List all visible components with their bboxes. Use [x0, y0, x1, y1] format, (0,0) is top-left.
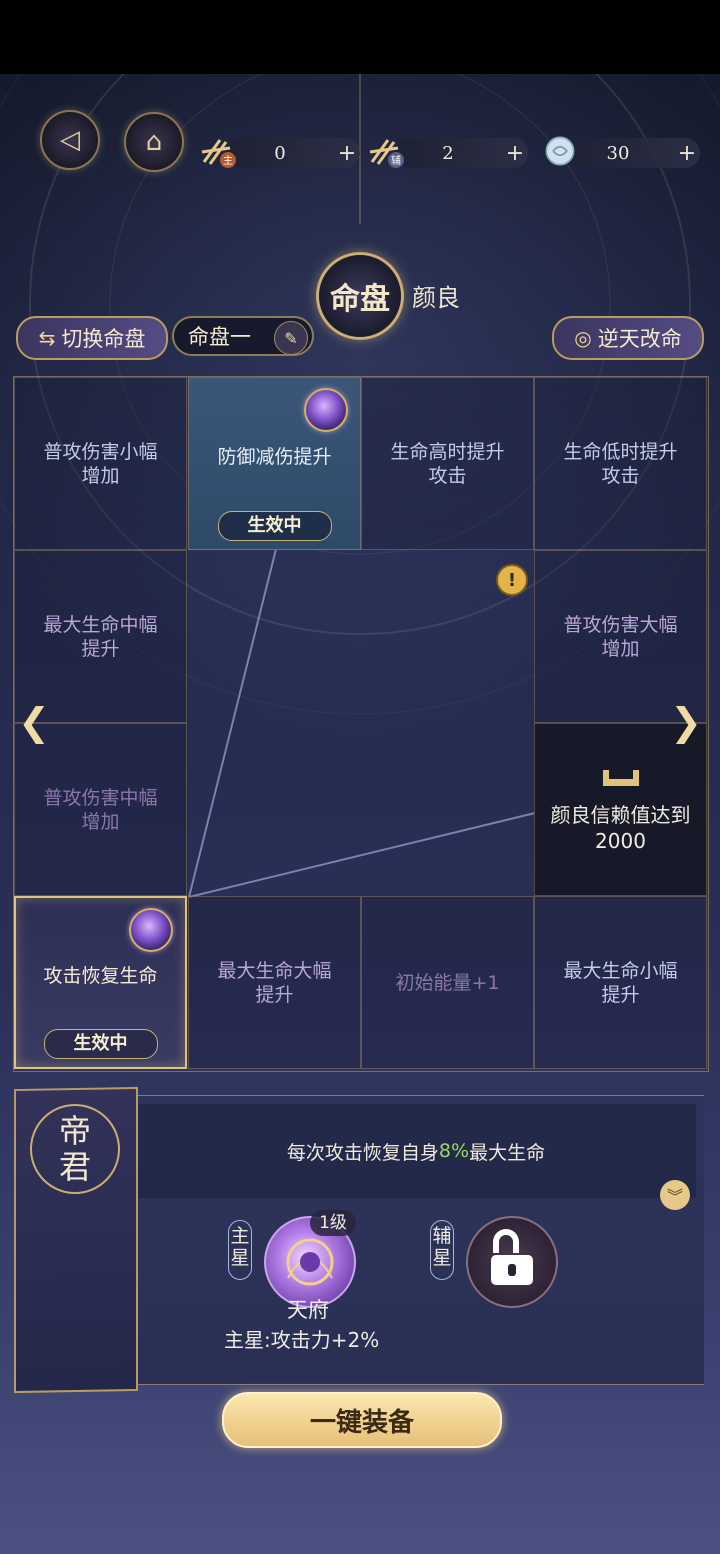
- star-orb-icon: [129, 908, 173, 952]
- grid-node-r3c0[interactable]: 攻击恢复生命 生效中: [14, 896, 187, 1069]
- aux-resource-bar: 2 +: [394, 138, 528, 168]
- status-bar: [0, 0, 720, 74]
- node-label: 普攻伤害中幅 增加: [43, 786, 158, 833]
- grid-node-r0c2[interactable]: 生命高时提升 攻击: [361, 377, 534, 550]
- home-button[interactable]: ⌂: [124, 112, 184, 172]
- main-resource-value: 0: [274, 142, 286, 164]
- node-label: 普攻伤害小幅 增加: [43, 440, 158, 487]
- node-label: 防御减伤提升: [217, 445, 332, 468]
- main-star-token-icon: 主: [201, 139, 236, 168]
- main-star-label: 主星: [228, 1220, 252, 1280]
- unlock-condition: 颜良信赖值达到 2000: [550, 802, 691, 853]
- main-resource-bar: 0 +: [226, 138, 360, 168]
- jade-coin-icon: [545, 136, 575, 166]
- life-chart-grid: 普攻伤害小幅 增加 防御减伤提升 生效中 生命高时提升 攻击 生命低时提升 攻击…: [13, 376, 709, 1072]
- current-chart-label: 命盘一: [188, 325, 251, 349]
- aux-token-label: 辅: [391, 154, 401, 167]
- current-chart-selector[interactable]: 命盘一 ✎: [172, 316, 314, 356]
- grid-node-r1c3[interactable]: 普攻伤害大幅 增加: [534, 550, 707, 723]
- desc-suffix: 最大生命: [469, 1141, 546, 1164]
- aux-resource-value: 2: [442, 142, 454, 164]
- edit-brush-icon[interactable]: ✎: [274, 321, 308, 355]
- bookmark-lock-icon: [602, 769, 639, 786]
- aux-star-token-icon: 辅: [369, 139, 404, 168]
- grid-node-r3c1[interactable]: 最大生命大幅 提升: [188, 896, 361, 1069]
- life-chart-emblem: 命盘: [316, 252, 404, 340]
- pavilion-icon: ⌂: [145, 127, 163, 157]
- swirl-icon: ◎: [574, 326, 592, 350]
- grid-node-r3c2[interactable]: 初始能量+1: [361, 896, 534, 1069]
- one-click-equip-button[interactable]: 一键装备: [222, 1392, 502, 1448]
- grid-node-r0c0[interactable]: 普攻伤害小幅 增加: [14, 377, 187, 550]
- aux-star-slot-locked[interactable]: [466, 1216, 558, 1308]
- desc-prefix: 每次攻击恢复自身: [286, 1141, 439, 1164]
- defy-fate-label: 逆天改命: [597, 327, 682, 351]
- grid-node-r3c3[interactable]: 最大生命小幅 提升: [534, 896, 707, 1069]
- main-token-label: 主: [223, 155, 233, 167]
- expand-chevron-icon[interactable]: ︾: [660, 1180, 690, 1210]
- main-resource-add-button[interactable]: +: [334, 141, 360, 166]
- next-chart-arrow-icon[interactable]: ❯: [666, 702, 706, 742]
- equip-label: 一键装备: [309, 1407, 414, 1438]
- node-label: 攻击恢复生命: [43, 964, 158, 987]
- node-label: 最大生命中幅 提升: [43, 613, 158, 660]
- star-effect: 主星:攻击力+2%: [224, 1328, 380, 1352]
- node-label: 生命低时提升 攻击: [563, 440, 678, 487]
- back-arrow-icon: ◁: [60, 125, 80, 155]
- switch-chart-label: 切换命盘: [61, 327, 146, 351]
- node-label: 初始能量+1: [395, 971, 500, 994]
- back-button[interactable]: ◁: [40, 110, 100, 170]
- desc-highlight: 8%: [438, 1140, 470, 1162]
- grid-node-r1c0[interactable]: 最大生命中幅 提升: [14, 550, 187, 723]
- grid-node-r0c1[interactable]: 防御减伤提升 生效中: [188, 377, 361, 550]
- node-label: 生命高时提升 攻击: [390, 440, 505, 487]
- effect-description: 每次攻击恢复自身 8% 最大生命: [136, 1104, 696, 1198]
- coin-resource-add-button[interactable]: +: [674, 141, 700, 166]
- page-title: 命盘: [330, 282, 390, 317]
- aux-star-label: 辅星: [430, 1220, 454, 1280]
- coin-resource-bar: 30 +: [562, 138, 700, 168]
- aux-resource-add-button[interactable]: +: [502, 141, 528, 166]
- star-orb-icon: [304, 388, 348, 432]
- node-label: 最大生命大幅 提升: [217, 959, 332, 1006]
- emperor-char-1: 帝: [58, 1112, 91, 1150]
- star-name: 天府: [287, 1298, 329, 1322]
- grid-node-r2c0[interactable]: 普攻伤害中幅 增加: [14, 723, 187, 896]
- node-label: 最大生命小幅 提升: [563, 959, 678, 1006]
- active-status-badge: 生效中: [43, 1029, 158, 1059]
- star-level: 1级: [310, 1210, 356, 1236]
- switch-chart-button[interactable]: ⇆ 切换命盘: [16, 316, 168, 360]
- node-label: 普攻伤害大幅 增加: [563, 613, 678, 660]
- prev-chart-arrow-icon[interactable]: ❮: [14, 702, 54, 742]
- warning-icon[interactable]: !: [496, 564, 528, 596]
- emperor-seal: 帝 君: [30, 1104, 120, 1194]
- grid-node-r0c3[interactable]: 生命低时提升 攻击: [534, 377, 707, 550]
- lock-icon: [491, 1229, 533, 1285]
- character-name: 颜良: [412, 284, 460, 312]
- swap-arrows-icon: ⇆: [38, 326, 56, 350]
- defy-fate-button[interactable]: ◎ 逆天改命: [552, 316, 704, 360]
- grid-node-r2c3-locked[interactable]: 颜良信赖值达到 2000: [534, 723, 707, 896]
- active-status-badge: 生效中: [217, 511, 332, 541]
- emperor-char-2: 君: [58, 1148, 91, 1186]
